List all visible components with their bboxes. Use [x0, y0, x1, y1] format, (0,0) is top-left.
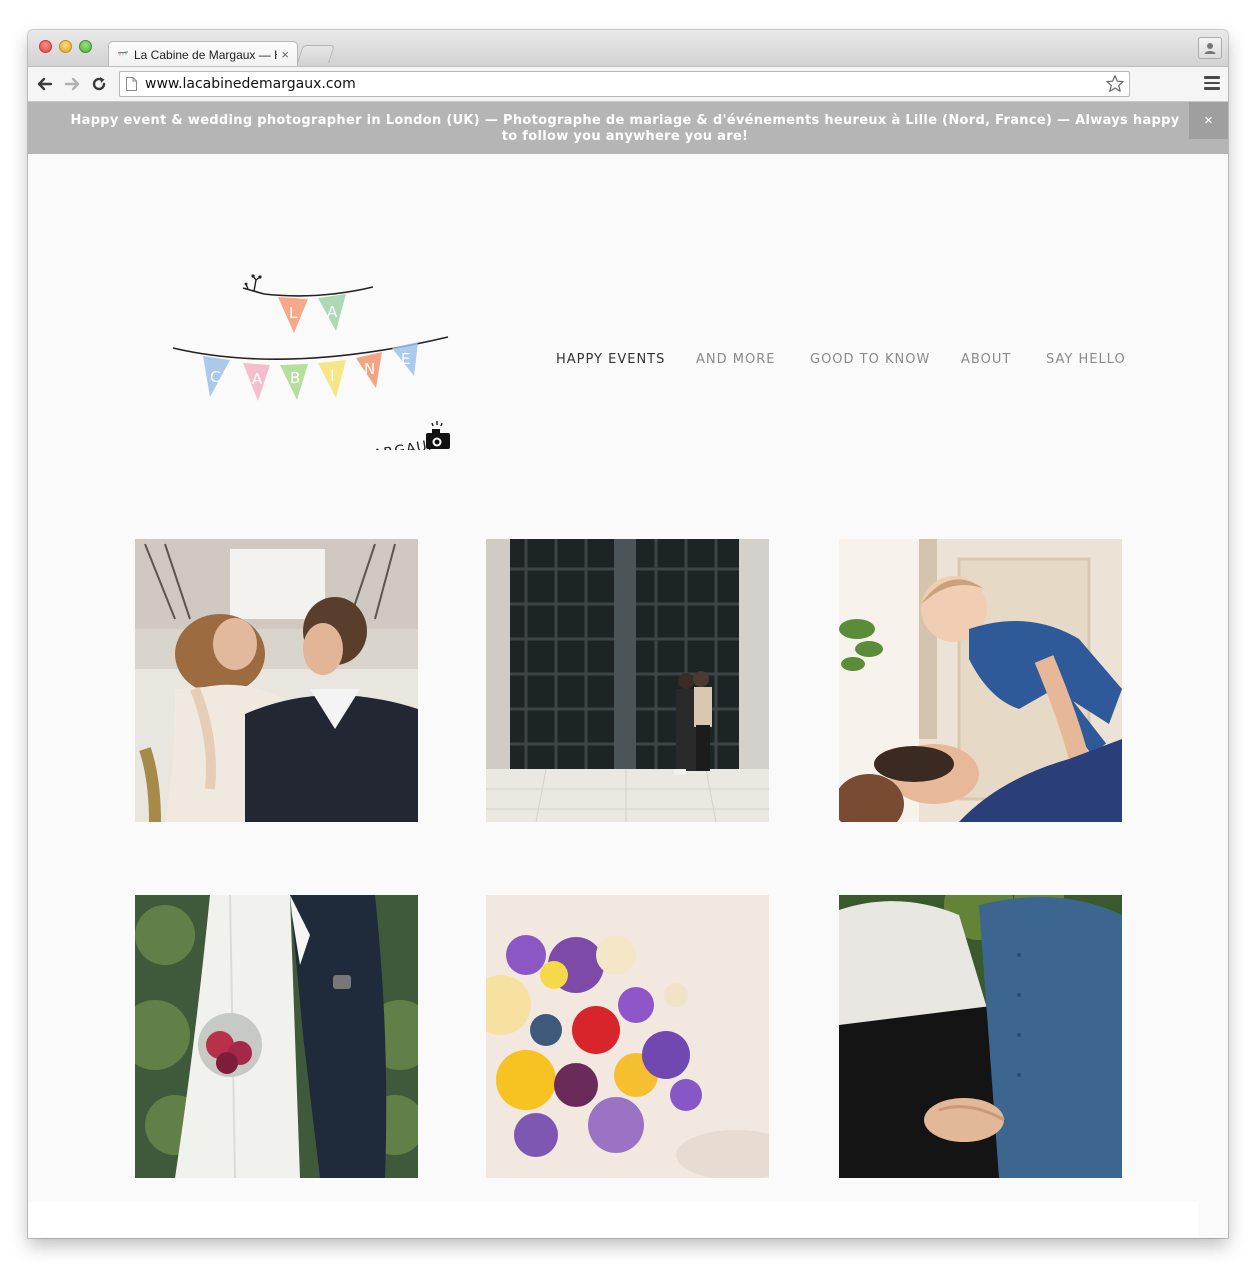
- back-arrow-icon[interactable]: [35, 74, 55, 94]
- page-bottom: [28, 1202, 1198, 1238]
- close-icon[interactable]: ×: [1189, 102, 1228, 139]
- gallery-photo-couple-stairs[interactable]: [135, 539, 418, 822]
- branch-icon: [242, 274, 265, 295]
- announcement-bar: Happy event & wedding photographer in Lo…: [28, 102, 1228, 154]
- minimize-window-button[interactable]: [59, 40, 72, 53]
- tab-title: La Cabine de Margaux — H: [134, 47, 278, 62]
- nav-about[interactable]: ABOUT: [961, 352, 1011, 367]
- gallery-photo-bouquet[interactable]: [486, 895, 769, 1178]
- tab-close-icon[interactable]: ×: [281, 47, 289, 62]
- nav-happy-events[interactable]: HAPPY EVENTS: [556, 352, 665, 367]
- tab-strip: La Cabine de Margaux — H ×: [28, 30, 1228, 67]
- bunting-favicon-icon: [117, 49, 129, 61]
- logo-flag-l: L: [289, 304, 298, 322]
- camera-icon: [426, 421, 450, 449]
- menu-icon[interactable]: [1204, 76, 1220, 92]
- zoom-window-button[interactable]: [79, 40, 92, 53]
- logo-flag-a2: A: [252, 370, 263, 388]
- address-bar[interactable]: www.lacabinedemargaux.com: [119, 71, 1130, 97]
- forward-arrow-icon[interactable]: [62, 74, 82, 94]
- announcement-text: Happy event & wedding photographer in Lo…: [70, 113, 1180, 144]
- nav-good-to-know[interactable]: GOOD TO KNOW: [810, 352, 930, 367]
- logo-flag-a1: A: [327, 303, 338, 321]
- profile-icon[interactable]: [1198, 37, 1222, 59]
- browser-tab[interactable]: La Cabine de Margaux — H ×: [108, 41, 298, 67]
- reload-icon[interactable]: [89, 74, 109, 94]
- gallery-photo-pregnant-couple[interactable]: [839, 895, 1122, 1178]
- logo-subtitle: DE MARGAUX: [333, 436, 440, 450]
- gallery-photo-bride-bouquet[interactable]: [135, 895, 418, 1178]
- nav-and-more[interactable]: AND MORE: [696, 352, 775, 367]
- url-text: www.lacabinedemargaux.com: [145, 76, 356, 92]
- new-tab-button[interactable]: [297, 45, 335, 63]
- main-nav: HAPPY EVENTS AND MORE GOOD TO KNOW ABOUT…: [28, 352, 1228, 372]
- gallery-photo-door-kiss[interactable]: [486, 539, 769, 822]
- browser-toolbar: www.lacabinedemargaux.com: [28, 66, 1228, 102]
- browser-window: La Cabine de Margaux — H × www.lacabined…: [28, 30, 1228, 1238]
- star-icon[interactable]: [1105, 74, 1125, 99]
- gallery-photo-baby-lift[interactable]: [839, 539, 1122, 822]
- page-icon: [126, 77, 137, 91]
- nav-say-hello[interactable]: SAY HELLO: [1046, 352, 1126, 367]
- close-window-button[interactable]: [39, 40, 52, 53]
